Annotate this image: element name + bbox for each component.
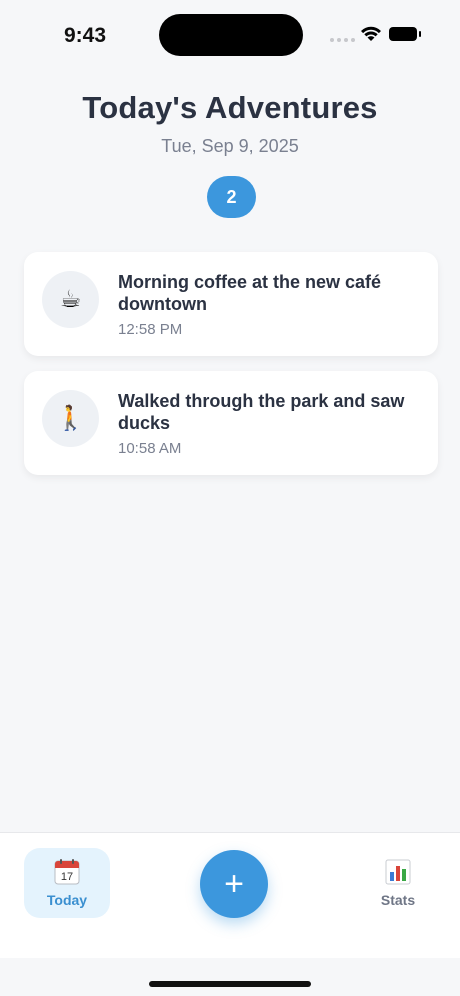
status-bar: 9:43	[0, 0, 460, 70]
adventure-list: ☕ Morning coffee at the new café downtow…	[24, 252, 438, 490]
coffee-icon: ☕	[42, 271, 99, 328]
calendar-day: 17	[61, 871, 73, 883]
page-title: Today's Adventures	[82, 90, 378, 125]
list-item[interactable]: 🚶 Walked through the park and saw ducks …	[24, 371, 438, 475]
entry-time: 12:58 PM	[118, 321, 183, 338]
calendar-icon: 17	[54, 859, 80, 885]
battery-icon	[389, 27, 421, 41]
entry-title: Morning coffee at the new café downtown	[118, 272, 382, 314]
walking-person-icon: 🚶	[42, 390, 99, 447]
tab-stats[interactable]: Stats	[360, 848, 436, 918]
entry-time: 10:58 AM	[118, 440, 182, 457]
home-indicator[interactable]	[149, 981, 311, 987]
add-adventure-button[interactable]: +	[200, 850, 268, 918]
tab-today-label: Today	[46, 892, 88, 908]
dynamic-island	[159, 14, 303, 56]
date-label: Tue, Sep 9, 2025	[161, 136, 299, 156]
list-item[interactable]: ☕ Morning coffee at the new café downtow…	[24, 252, 438, 356]
entry-title: Walked through the park and saw ducks	[118, 391, 405, 433]
wifi-icon	[361, 26, 381, 41]
page-header: Today's Adventures Tue, Sep 9, 2025	[0, 90, 460, 157]
bottom-safe-area	[0, 958, 460, 996]
status-time: 9:43	[64, 24, 107, 47]
entry-count-badge: 2	[207, 176, 256, 218]
bar-chart-icon	[385, 859, 411, 885]
tab-stats-label: Stats	[380, 892, 416, 908]
tab-today[interactable]: 17 Today	[24, 848, 110, 918]
signal-dots-icon	[330, 38, 355, 42]
